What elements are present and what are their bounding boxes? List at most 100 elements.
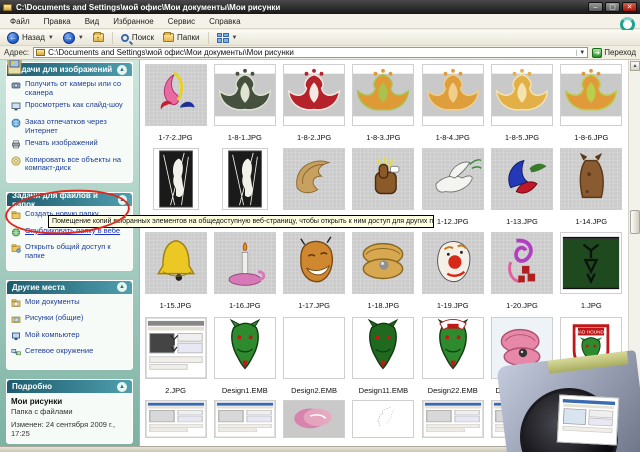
thumbnail-image[interactable]	[213, 400, 276, 438]
close-button[interactable]: ✕	[622, 2, 637, 12]
views-dropdown-icon[interactable]: ▼	[232, 35, 238, 41]
thumbnail-image[interactable]	[560, 232, 623, 294]
thumbnail-item[interactable]: Design22.EMB	[419, 317, 486, 395]
task-link-network[interactable]: Сетевое окружение	[11, 347, 129, 360]
up-button[interactable]: ↑	[90, 31, 107, 45]
menu-item-справка[interactable]: Справка	[203, 16, 246, 27]
thumbnail-image[interactable]	[352, 317, 415, 379]
thumbnail-item[interactable]: 1-8-1.JPG	[211, 64, 278, 142]
section-header-picture-tasks[interactable]: Задачи для изображений ▲	[7, 63, 132, 76]
search-button[interactable]: Поиск	[118, 31, 157, 45]
thumbnail-item[interactable]: 1-8-2.JPG	[281, 64, 348, 142]
thumbnail-image[interactable]	[491, 64, 553, 126]
title-bar[interactable]: C:\Documents and Settings\мой офис\Мои д…	[0, 0, 640, 14]
thumbnail-image[interactable]	[144, 232, 207, 294]
thumbnail-item[interactable]: Design1.EMB	[211, 317, 278, 395]
thumbnail-image[interactable]	[491, 232, 553, 294]
thumbnail-item[interactable]: 1-14.JPG	[558, 148, 625, 226]
thumbnail-image[interactable]	[144, 317, 207, 379]
thumbnail-image[interactable]	[352, 148, 415, 210]
back-dropdown-icon[interactable]: ▼	[48, 35, 54, 41]
thumbnail-item[interactable]: Безымянный.JPG	[281, 400, 348, 446]
thumbnail-item[interactable]: 1-7-2.JPG	[142, 64, 209, 142]
thumbnail-image[interactable]	[352, 64, 415, 126]
thumbnail-image[interactable]	[421, 64, 484, 126]
task-link-camera[interactable]: Получить от камеры или со сканера	[11, 79, 129, 97]
thumbnail-image[interactable]	[213, 64, 276, 126]
menu-item-вид[interactable]: Вид	[79, 16, 105, 27]
task-link-computer[interactable]: Мой компьютер	[11, 330, 129, 344]
scroll-thumb[interactable]	[630, 210, 640, 234]
thumbnail-image[interactable]	[144, 64, 207, 126]
forward-dropdown-icon[interactable]: ▼	[78, 35, 84, 41]
menu-item-избранное[interactable]: Избранное	[107, 16, 160, 27]
thumbnail-image[interactable]	[213, 317, 276, 379]
thumbnail-image[interactable]	[283, 317, 346, 379]
thumbnail-image[interactable]	[421, 148, 484, 210]
thumbnail-image[interactable]	[421, 232, 484, 294]
thumbnail-image[interactable]	[560, 64, 623, 126]
task-link-publish-web[interactable]: Опубликовать папку в вебе	[11, 226, 129, 240]
thumbnail-item[interactable]: 1-17.JPG	[281, 232, 348, 310]
thumbnail-item[interactable]: новый-1.cpt	[350, 400, 417, 446]
thumbnail-image[interactable]	[352, 400, 415, 438]
thumbnail-image[interactable]	[213, 232, 276, 294]
back-button[interactable]: ← Назад ▼	[4, 31, 57, 45]
views-button[interactable]: ▼	[214, 31, 241, 45]
thumbnail-item[interactable]: 1-8-5.JPG	[489, 64, 556, 142]
forward-button[interactable]: → ▼	[60, 31, 87, 45]
task-link-printer[interactable]: Печать изображений	[11, 138, 129, 152]
thumbnail-image[interactable]	[152, 148, 199, 210]
thumbnail-item[interactable]: 1-18.JPG	[350, 232, 417, 310]
chevron-up-icon[interactable]: ▲	[117, 64, 127, 75]
thumbnail-item[interactable]: 1.JPG	[558, 232, 625, 310]
go-button[interactable]: ➜ Переход	[592, 47, 636, 58]
thumbnail-image[interactable]	[421, 317, 484, 379]
chevron-up-icon[interactable]: ▲	[117, 282, 127, 292]
chevron-up-icon[interactable]: ▲	[117, 381, 127, 392]
thumbnail-item[interactable]: 2.JPG	[142, 317, 209, 395]
address-dropdown-icon[interactable]: ▼	[576, 49, 585, 56]
thumbnail-item[interactable]: 1-20.JPG	[489, 232, 556, 310]
thumbnail-item[interactable]: Design11.EMB	[350, 317, 417, 395]
chevron-up-icon[interactable]: ▲	[117, 194, 127, 205]
section-header-details[interactable]: Подробно ▲	[7, 380, 132, 393]
scroll-up-icon[interactable]: ▲	[630, 61, 640, 71]
thumbnail-item[interactable]: 1-16.JPG	[211, 232, 278, 310]
task-link-web-prints[interactable]: Заказ отпечатков через Интернет	[11, 117, 129, 135]
address-input[interactable]: C:\Documents and Settings\мой офис\Мои д…	[33, 47, 589, 58]
thumbnail-item[interactable]: 1-15.JPG	[142, 232, 209, 310]
maximize-button[interactable]: ▢	[605, 2, 620, 12]
section-header-other-places[interactable]: Другие места ▲	[7, 280, 132, 294]
thumbnail-item[interactable]: 9.JPG	[419, 400, 486, 446]
thumbnail-item[interactable]: 1-8-3.JPG	[350, 64, 417, 142]
thumbnail-image[interactable]	[283, 64, 346, 126]
thumbnail-image[interactable]	[352, 232, 415, 294]
task-link-folder-pics[interactable]: Рисунки (общие)	[11, 313, 129, 327]
thumbnail-image[interactable]	[283, 148, 346, 210]
thumbnail-image[interactable]	[283, 400, 346, 438]
thumbnail-item[interactable]: 1-19.JPG	[419, 232, 486, 310]
task-link-slideshow[interactable]: Просмотреть как слайд-шоу	[11, 101, 129, 114]
section-header-file-tasks[interactable]: Задачи для файлов и папок ▲	[7, 191, 132, 209]
task-link-cd[interactable]: Копировать все объекты на компакт-диск	[11, 155, 129, 173]
thumbnail-item[interactable]: 1-8-4.JPG	[419, 64, 486, 142]
menu-item-сервис[interactable]: Сервис	[162, 16, 201, 27]
thumbnail-image[interactable]	[491, 148, 553, 210]
menu-item-правка[interactable]: Правка	[38, 16, 77, 27]
thumbnail-image[interactable]	[283, 232, 346, 294]
thumbnail-item[interactable]: 1-8-6.JPG	[558, 64, 625, 142]
thumbnail-item[interactable]: 1-13.JPG	[489, 148, 556, 226]
menu-item-файл[interactable]: Файл	[4, 16, 36, 27]
thumbnail-item[interactable]: Design2.EMB	[281, 317, 348, 395]
thumbnail-image[interactable]	[421, 400, 484, 438]
thumbnail-image[interactable]	[144, 400, 207, 438]
thumbnail-item[interactable]: Безымянный.bmp	[211, 400, 278, 446]
thumbnail-image[interactable]	[221, 148, 268, 210]
task-link-share-folder[interactable]: Открыть общий доступ к папке	[11, 242, 129, 260]
task-link-folder-docs[interactable]: Мои документы	[11, 297, 129, 311]
minimize-button[interactable]: –	[588, 2, 603, 12]
thumbnail-image[interactable]	[560, 148, 623, 210]
folders-button[interactable]: Папки	[160, 31, 203, 45]
thumbnail-item[interactable]: Безымянный2.bmp	[142, 400, 209, 446]
